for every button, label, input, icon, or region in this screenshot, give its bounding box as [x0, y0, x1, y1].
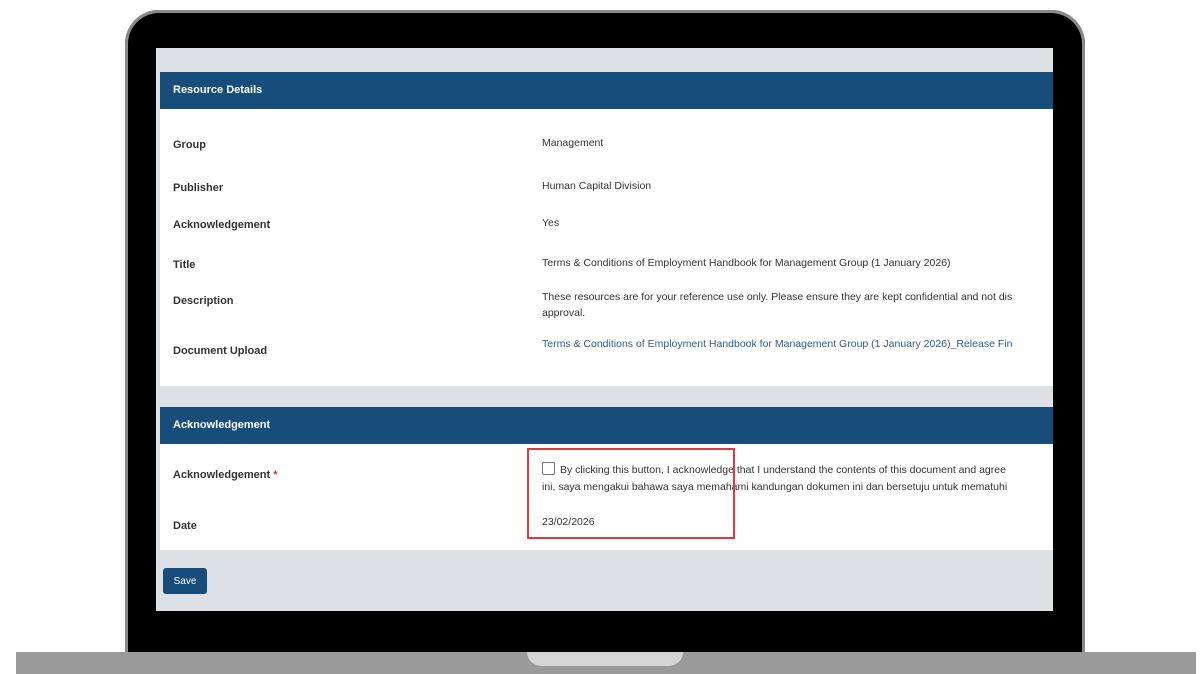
publisher-value: Human Capital Division	[542, 180, 652, 192]
title-value: Terms & Conditions of Employment Handboo…	[542, 257, 951, 269]
acknowledgement-panel: Acknowledgement * By clicking this butto…	[160, 444, 1053, 550]
acknowledgement-value: Yes	[542, 217, 560, 229]
resource-details-panel: Group Management Publisher Human Capital…	[160, 109, 1053, 386]
ack-checkbox-text-line2: ini, saya mengakui bahawa saya memahami …	[542, 481, 1008, 493]
description-label: Description	[173, 295, 234, 307]
date-label: Date	[173, 520, 197, 532]
document-upload-link[interactable]: Terms & Conditions of Employment Handboo…	[542, 338, 1012, 350]
resource-details-header: Resource Details	[160, 72, 1053, 109]
required-marker: *	[273, 469, 278, 481]
document-upload-label: Document Upload	[173, 345, 268, 357]
acknowledgement-label: Acknowledgement	[173, 219, 271, 231]
screen: Resource Details Group Management Publis…	[156, 48, 1053, 611]
group-label: Group	[173, 139, 206, 151]
description-value-line2: approval.	[542, 307, 586, 319]
save-button[interactable]: Save	[163, 568, 207, 594]
ack-checkbox[interactable]	[542, 462, 555, 475]
acknowledgement-header: Acknowledgement	[160, 407, 1053, 444]
ack-checkbox-row[interactable]: By clicking this button, I acknowledge t…	[542, 462, 1053, 496]
ack-field-label: Acknowledgement *	[173, 469, 278, 481]
group-value: Management	[542, 137, 604, 149]
laptop-notch	[527, 652, 683, 666]
ack-checkbox-text-line1: By clicking this button, I acknowledge t…	[560, 464, 1006, 476]
date-value: 23/02/2026	[542, 516, 595, 528]
title-label: Title	[173, 259, 196, 271]
description-value-line1: These resources are for your reference u…	[542, 291, 1013, 303]
publisher-label: Publisher	[173, 182, 224, 194]
ack-field-label-text: Acknowledgement	[173, 469, 271, 481]
